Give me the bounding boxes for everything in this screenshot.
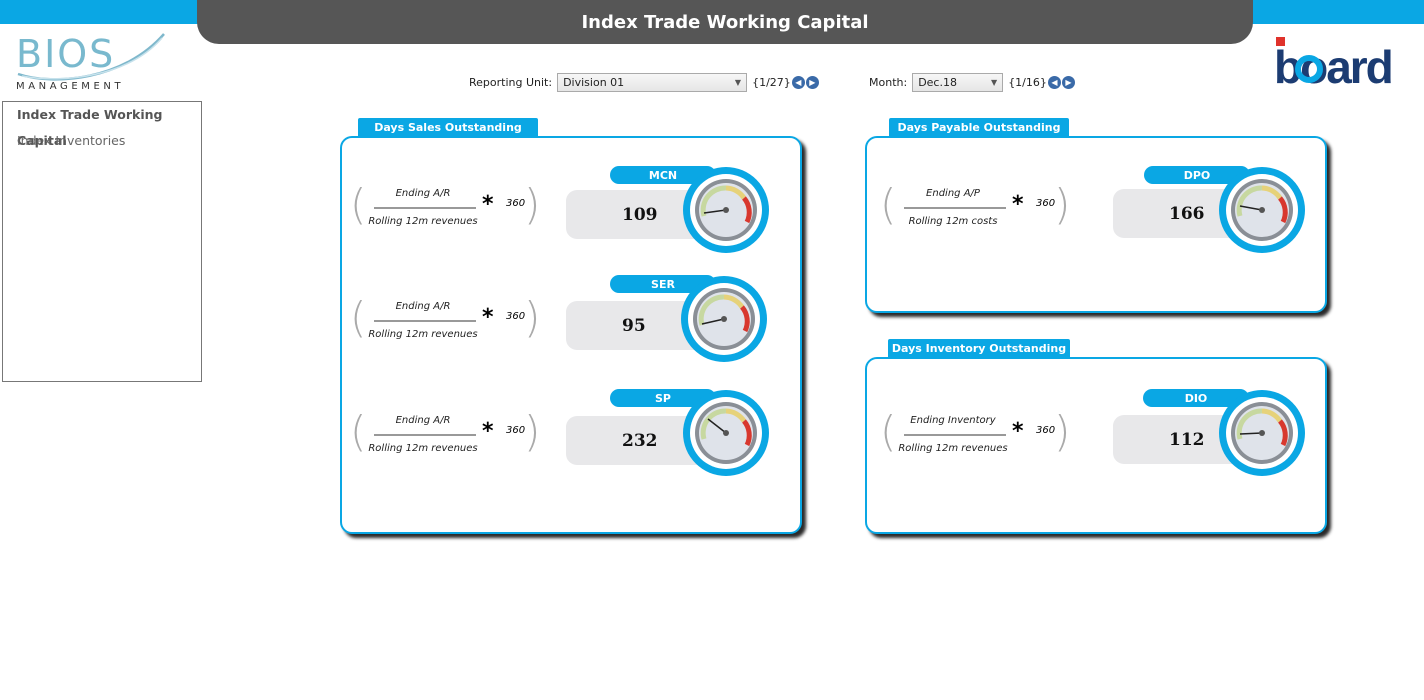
chevron-left-icon[interactable]: ◀ <box>1047 76 1061 89</box>
chevron-left-icon[interactable]: ◀ <box>791 76 805 89</box>
svg-text:board: board <box>1274 41 1392 89</box>
header-accent-right <box>1248 0 1424 24</box>
month-selector: Month: Dec.18 ▼ {1/16} ◀ ▶ <box>869 73 1075 92</box>
dio-panel-title: Days Inventory Outstanding <box>888 339 1070 357</box>
board-logo: board <box>1272 33 1420 89</box>
month-dropdown[interactable]: Dec.18 ▼ <box>912 73 1004 92</box>
dpo-panel-title: Days Payable Outstanding <box>889 118 1069 136</box>
reporting-unit-selector: Reporting Unit: Division 01 ▼ {1/27} ◀ ▶ <box>469 73 819 92</box>
gauge-icon <box>683 167 769 253</box>
chevron-down-icon: ▼ <box>734 78 742 87</box>
sidebar-item-index-trade-working-capital[interactable]: Index Trade Working Capital <box>3 102 201 148</box>
page-title: Index Trade Working Capital <box>197 0 1253 44</box>
chevron-down-icon: ▼ <box>991 78 998 87</box>
sidebar-item-index-inventories[interactable]: Index Inventories <box>3 128 201 154</box>
dso-panel-title: Days Sales Outstanding <box>358 118 538 136</box>
chevron-right-icon[interactable]: ▶ <box>805 76 819 89</box>
chevron-right-icon[interactable]: ▶ <box>1061 76 1075 89</box>
gauge-icon <box>1219 167 1305 253</box>
bios-logo: BIOS MANAGEMENT <box>14 30 174 96</box>
reporting-unit-label: Reporting Unit: <box>469 76 553 89</box>
gauge-icon <box>681 276 767 362</box>
gauge-icon <box>683 390 769 476</box>
reporting-unit-count: {1/27} <box>752 76 791 89</box>
header-accent-left <box>0 0 200 24</box>
reporting-unit-dropdown[interactable]: Division 01 ▼ <box>557 73 748 92</box>
gauge-icon <box>1219 390 1305 476</box>
month-count: {1/16} <box>1008 76 1047 89</box>
month-label: Month: <box>869 76 908 89</box>
sidebar-nav: Index Trade Working Capital Index Invent… <box>2 101 202 382</box>
